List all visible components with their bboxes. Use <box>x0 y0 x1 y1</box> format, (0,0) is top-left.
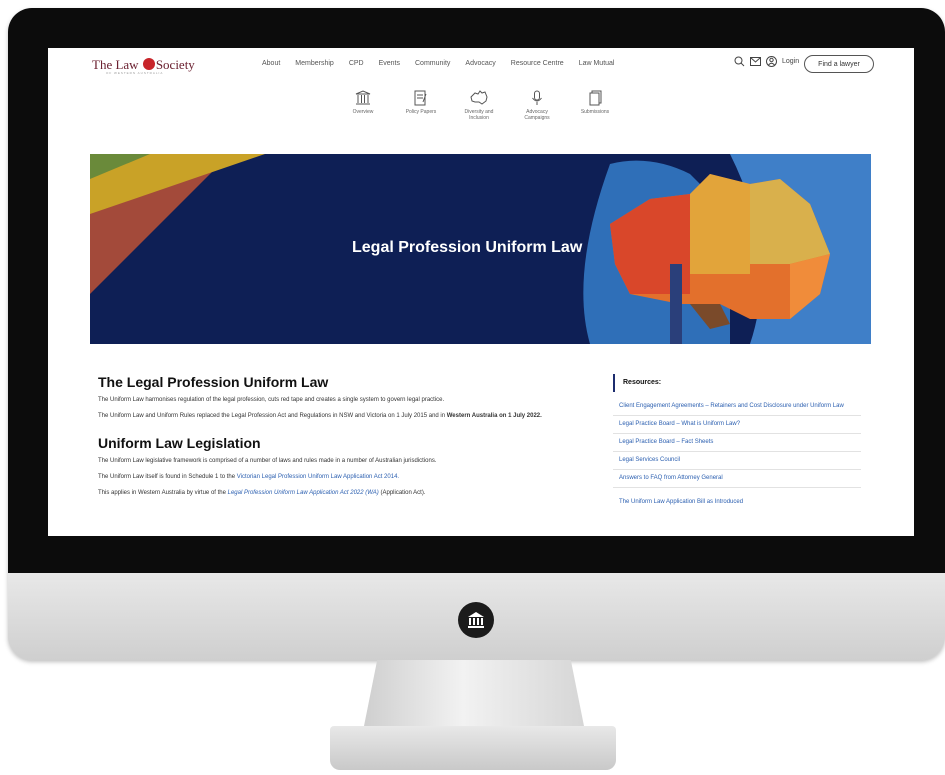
subnav-submissions[interactable]: Submissions <box>572 90 618 121</box>
nav-events[interactable]: Events <box>379 60 400 67</box>
nav-advocacy[interactable]: Advocacy <box>465 60 495 67</box>
framework-paragraph: The Uniform Law legislative framework is… <box>98 458 437 464</box>
columns-icon <box>355 90 371 105</box>
resource-link[interactable]: Answers to FAQ from Attorney General <box>613 470 861 488</box>
australia-map-icon <box>470 90 488 105</box>
user-icon[interactable] <box>766 56 777 67</box>
nav-membership[interactable]: Membership <box>295 60 334 67</box>
browser-screen: The Law Society OF WESTERN AUSTRALIA Abo… <box>48 48 914 536</box>
find-a-lawyer-button[interactable]: Find a lawyer <box>804 55 874 73</box>
victorian-act-link[interactable]: Victorian Legal Profession Uniform Law A… <box>237 474 399 480</box>
advocacy-subnav: Overview Policy Papers Diversity and Inc… <box>340 90 618 121</box>
replacement-paragraph: The Uniform Law and Uniform Rules replac… <box>98 413 542 419</box>
resource-link[interactable]: Legal Practice Board – Fact Sheets <box>613 434 861 452</box>
subnav-overview[interactable]: Overview <box>340 90 386 121</box>
application-paragraph: This applies in Western Australia by vir… <box>98 490 426 496</box>
resource-link[interactable]: Legal Services Council <box>613 452 861 470</box>
nav-resource-centre[interactable]: Resource Centre <box>511 60 564 67</box>
nav-law-mutual[interactable]: Law Mutual <box>579 60 615 67</box>
schedule-paragraph: The Uniform Law itself is found in Sched… <box>98 474 400 480</box>
top-navigation: The Law Society OF WESTERN AUSTRALIA Abo… <box>48 48 914 78</box>
resource-link[interactable]: Legal Practice Board – What is Uniform L… <box>613 416 861 434</box>
law-society-logo-icon <box>458 602 494 638</box>
logo-subtext: OF WESTERN AUSTRALIA <box>106 71 164 75</box>
seal-icon <box>142 58 155 70</box>
page-heading: The Legal Profession Uniform Law <box>98 374 329 390</box>
login-link[interactable]: Login <box>782 58 799 65</box>
mail-icon[interactable] <box>750 57 761 66</box>
resources-sidebar: Resources: Client Engagement Agreements … <box>613 374 861 511</box>
document-pen-icon <box>414 90 427 106</box>
search-icon[interactable] <box>734 56 745 67</box>
resource-link[interactable]: Client Engagement Agreements – Retainers… <box>613 398 861 416</box>
nav-cpd[interactable]: CPD <box>349 60 364 67</box>
main-content: The Legal Profession Uniform Law The Uni… <box>98 374 590 505</box>
subnav-advocacy-campaigns[interactable]: Advocacy Campaigns <box>514 90 560 121</box>
nav-about[interactable]: About <box>262 60 280 67</box>
resources-title: Resources: <box>613 374 861 392</box>
monitor-stand <box>364 660 584 726</box>
intro-paragraph: The Uniform Law harmonises regulation of… <box>98 397 445 403</box>
nav-community[interactable]: Community <box>415 60 450 67</box>
subnav-policy-papers[interactable]: Policy Papers <box>398 90 444 121</box>
hero-title: Legal Profession Uniform Law <box>352 239 583 256</box>
main-nav: About Membership CPD Events Community Ad… <box>262 60 614 67</box>
subnav-diversity[interactable]: Diversity and Inclusion <box>456 90 502 121</box>
monitor-stand-base <box>330 726 616 770</box>
pages-icon <box>589 90 602 106</box>
legislation-heading: Uniform Law Legislation <box>98 435 261 451</box>
resource-link[interactable]: The Uniform Law Application Bill as Intr… <box>613 494 861 511</box>
nav-utilities: Login <box>734 56 799 67</box>
hero-banner: Legal Profession Uniform Law <box>90 154 871 344</box>
microphone-icon <box>532 90 542 105</box>
wa-application-act-link[interactable]: Legal Profession Uniform Law Application… <box>228 490 379 496</box>
